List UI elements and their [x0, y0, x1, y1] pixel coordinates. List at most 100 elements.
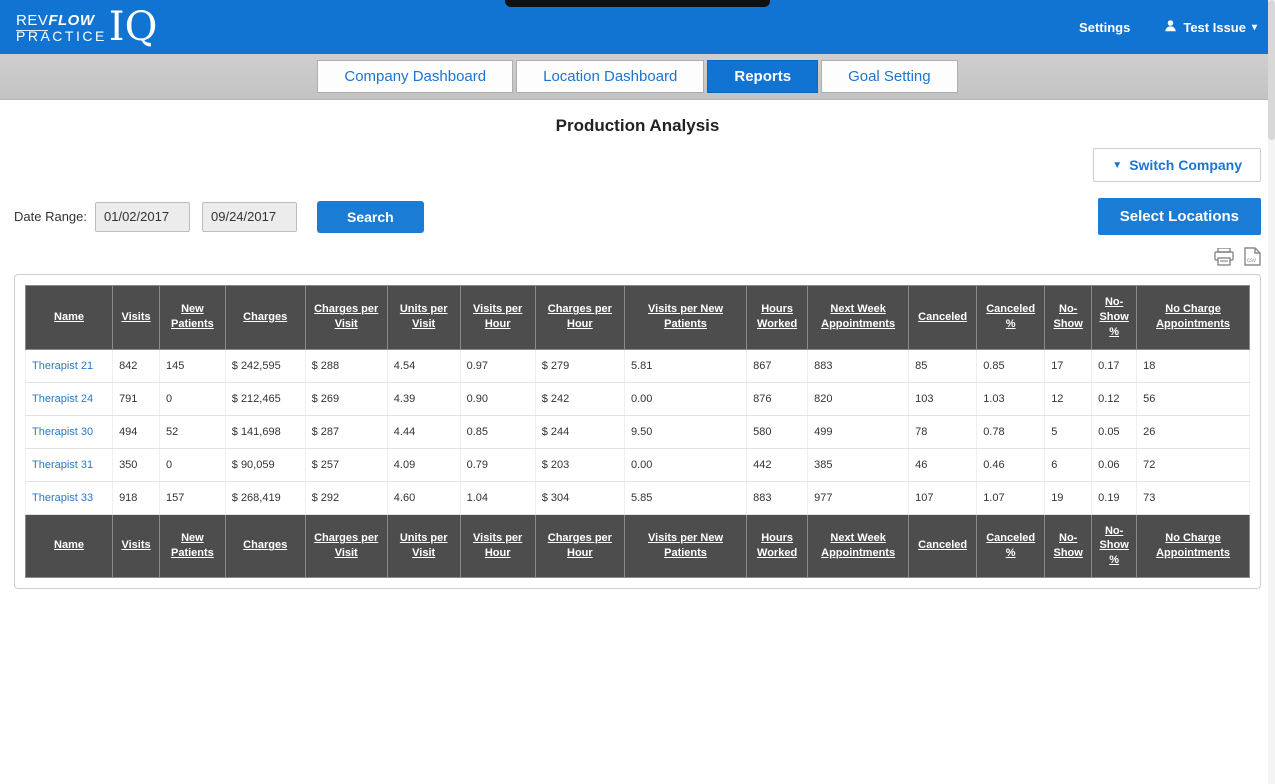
user-menu[interactable]: Test Issue ▾ — [1164, 19, 1257, 35]
table-cell: 26 — [1137, 415, 1250, 448]
table-cell: $ 304 — [535, 481, 624, 514]
table-cell: 0.00 — [624, 382, 746, 415]
table-cell: 918 — [113, 481, 160, 514]
tab-location-dashboard[interactable]: Location Dashboard — [516, 60, 704, 93]
tab-goal-setting[interactable]: Goal Setting — [821, 60, 958, 93]
column-header-no-charge-appointments[interactable]: No Charge Appointments — [1137, 286, 1250, 350]
column-header-canceled-[interactable]: Canceled % — [977, 514, 1045, 578]
column-header-charges-per-hour[interactable]: Charges per Hour — [535, 286, 624, 350]
column-header-visits-per-new-patients[interactable]: Visits per New Patients — [624, 514, 746, 578]
column-header-charges[interactable]: Charges — [225, 286, 305, 350]
table-cell: $ 288 — [305, 349, 387, 382]
screen-notch — [505, 0, 770, 7]
column-header-hours-worked[interactable]: Hours Worked — [747, 286, 808, 350]
column-header-no-show-[interactable]: No-Show % — [1092, 286, 1137, 350]
column-header-charges-per-visit[interactable]: Charges per Visit — [305, 286, 387, 350]
table-cell: $ 242 — [535, 382, 624, 415]
date-to-input[interactable] — [202, 202, 297, 232]
page-content: Production Analysis ▼ Switch Company Dat… — [0, 116, 1275, 589]
column-header-visits-per-new-patients[interactable]: Visits per New Patients — [624, 286, 746, 350]
table-cell: 9.50 — [624, 415, 746, 448]
table-cell: 842 — [113, 349, 160, 382]
table-cell: 0.12 — [1092, 382, 1137, 415]
table-cell: 0.00 — [624, 448, 746, 481]
scrollbar-thumb[interactable] — [1268, 0, 1275, 140]
column-header-next-week-appointments[interactable]: Next Week Appointments — [808, 286, 909, 350]
table-row: Therapist 33918157$ 268,419$ 2924.601.04… — [26, 481, 1250, 514]
column-header-next-week-appointments[interactable]: Next Week Appointments — [808, 514, 909, 578]
column-header-name[interactable]: Name — [26, 514, 113, 578]
table-body: Therapist 21842145$ 242,595$ 2884.540.97… — [26, 349, 1250, 514]
table-cell: 4.60 — [387, 481, 460, 514]
column-header-canceled[interactable]: Canceled — [909, 514, 977, 578]
table-row: Therapist 21842145$ 242,595$ 2884.540.97… — [26, 349, 1250, 382]
column-header-hours-worked[interactable]: Hours Worked — [747, 514, 808, 578]
svg-text:csv: csv — [1247, 258, 1256, 264]
search-button[interactable]: Search — [317, 201, 424, 233]
table-cell: 6 — [1045, 448, 1092, 481]
table-cell: 17 — [1045, 349, 1092, 382]
top-bar-right: Settings Test Issue ▾ — [1079, 19, 1257, 35]
table-cell: 0.46 — [977, 448, 1045, 481]
column-header-charges-per-hour[interactable]: Charges per Hour — [535, 514, 624, 578]
column-header-no-charge-appointments[interactable]: No Charge Appointments — [1137, 514, 1250, 578]
table-cell: 5.85 — [624, 481, 746, 514]
therapist-link[interactable]: Therapist 33 — [32, 492, 93, 504]
table-cell: 103 — [909, 382, 977, 415]
tab-reports[interactable]: Reports — [707, 60, 818, 93]
table-cell: 820 — [808, 382, 909, 415]
table-cell: 350 — [113, 448, 160, 481]
tab-company-dashboard[interactable]: Company Dashboard — [317, 60, 513, 93]
table-cell: 0.19 — [1092, 481, 1137, 514]
column-header-name[interactable]: Name — [26, 286, 113, 350]
table-cell: 4.39 — [387, 382, 460, 415]
table-cell: 85 — [909, 349, 977, 382]
user-name: Test Issue — [1183, 20, 1246, 35]
csv-export-icon[interactable]: csv — [1244, 247, 1261, 266]
table-cell: 4.09 — [387, 448, 460, 481]
column-header-charges[interactable]: Charges — [225, 514, 305, 578]
table-cell: 1.03 — [977, 382, 1045, 415]
column-header-visits[interactable]: Visits — [113, 286, 160, 350]
therapist-link[interactable]: Therapist 30 — [32, 426, 93, 438]
date-from-input[interactable] — [95, 202, 190, 232]
column-header-units-per-visit[interactable]: Units per Visit — [387, 514, 460, 578]
column-header-canceled[interactable]: Canceled — [909, 286, 977, 350]
table-footer-row: NameVisitsNew PatientsChargesCharges per… — [26, 514, 1250, 578]
therapist-link[interactable]: Therapist 24 — [32, 393, 93, 405]
column-header-charges-per-visit[interactable]: Charges per Visit — [305, 514, 387, 578]
column-header-no-show[interactable]: No-Show — [1045, 514, 1092, 578]
column-header-units-per-visit[interactable]: Units per Visit — [387, 286, 460, 350]
table-cell: $ 244 — [535, 415, 624, 448]
page-scrollbar[interactable] — [1268, 0, 1275, 784]
table-cell: $ 242,595 — [225, 349, 305, 382]
table-cell: 78 — [909, 415, 977, 448]
top-bar: REVFLOW PRACTICE IQ Settings Test Issue … — [0, 0, 1275, 54]
table-cell: 0.85 — [977, 349, 1045, 382]
therapist-link[interactable]: Therapist 21 — [32, 360, 93, 372]
column-header-no-show-[interactable]: No-Show % — [1092, 514, 1137, 578]
printer-icon[interactable] — [1214, 248, 1234, 266]
table-cell: 5.81 — [624, 349, 746, 382]
column-header-visits[interactable]: Visits — [113, 514, 160, 578]
table-cell: 4.54 — [387, 349, 460, 382]
main-nav: Company DashboardLocation DashboardRepor… — [0, 54, 1275, 100]
table-cell: $ 279 — [535, 349, 624, 382]
name-cell: Therapist 21 — [26, 349, 113, 382]
settings-link[interactable]: Settings — [1079, 20, 1130, 35]
column-header-visits-per-hour[interactable]: Visits per Hour — [460, 286, 535, 350]
production-table-card: NameVisitsNew PatientsChargesCharges per… — [14, 274, 1261, 589]
therapist-link[interactable]: Therapist 31 — [32, 459, 93, 471]
select-locations-button[interactable]: Select Locations — [1098, 198, 1261, 235]
table-cell: 18 — [1137, 349, 1250, 382]
table-cell: 883 — [808, 349, 909, 382]
table-cell: 385 — [808, 448, 909, 481]
switch-company-button[interactable]: ▼ Switch Company — [1093, 148, 1261, 182]
column-header-canceled-[interactable]: Canceled % — [977, 286, 1045, 350]
column-header-visits-per-hour[interactable]: Visits per Hour — [460, 514, 535, 578]
table-cell: $ 141,698 — [225, 415, 305, 448]
column-header-new-patients[interactable]: New Patients — [160, 286, 226, 350]
table-cell: 12 — [1045, 382, 1092, 415]
column-header-new-patients[interactable]: New Patients — [160, 514, 226, 578]
column-header-no-show[interactable]: No-Show — [1045, 286, 1092, 350]
